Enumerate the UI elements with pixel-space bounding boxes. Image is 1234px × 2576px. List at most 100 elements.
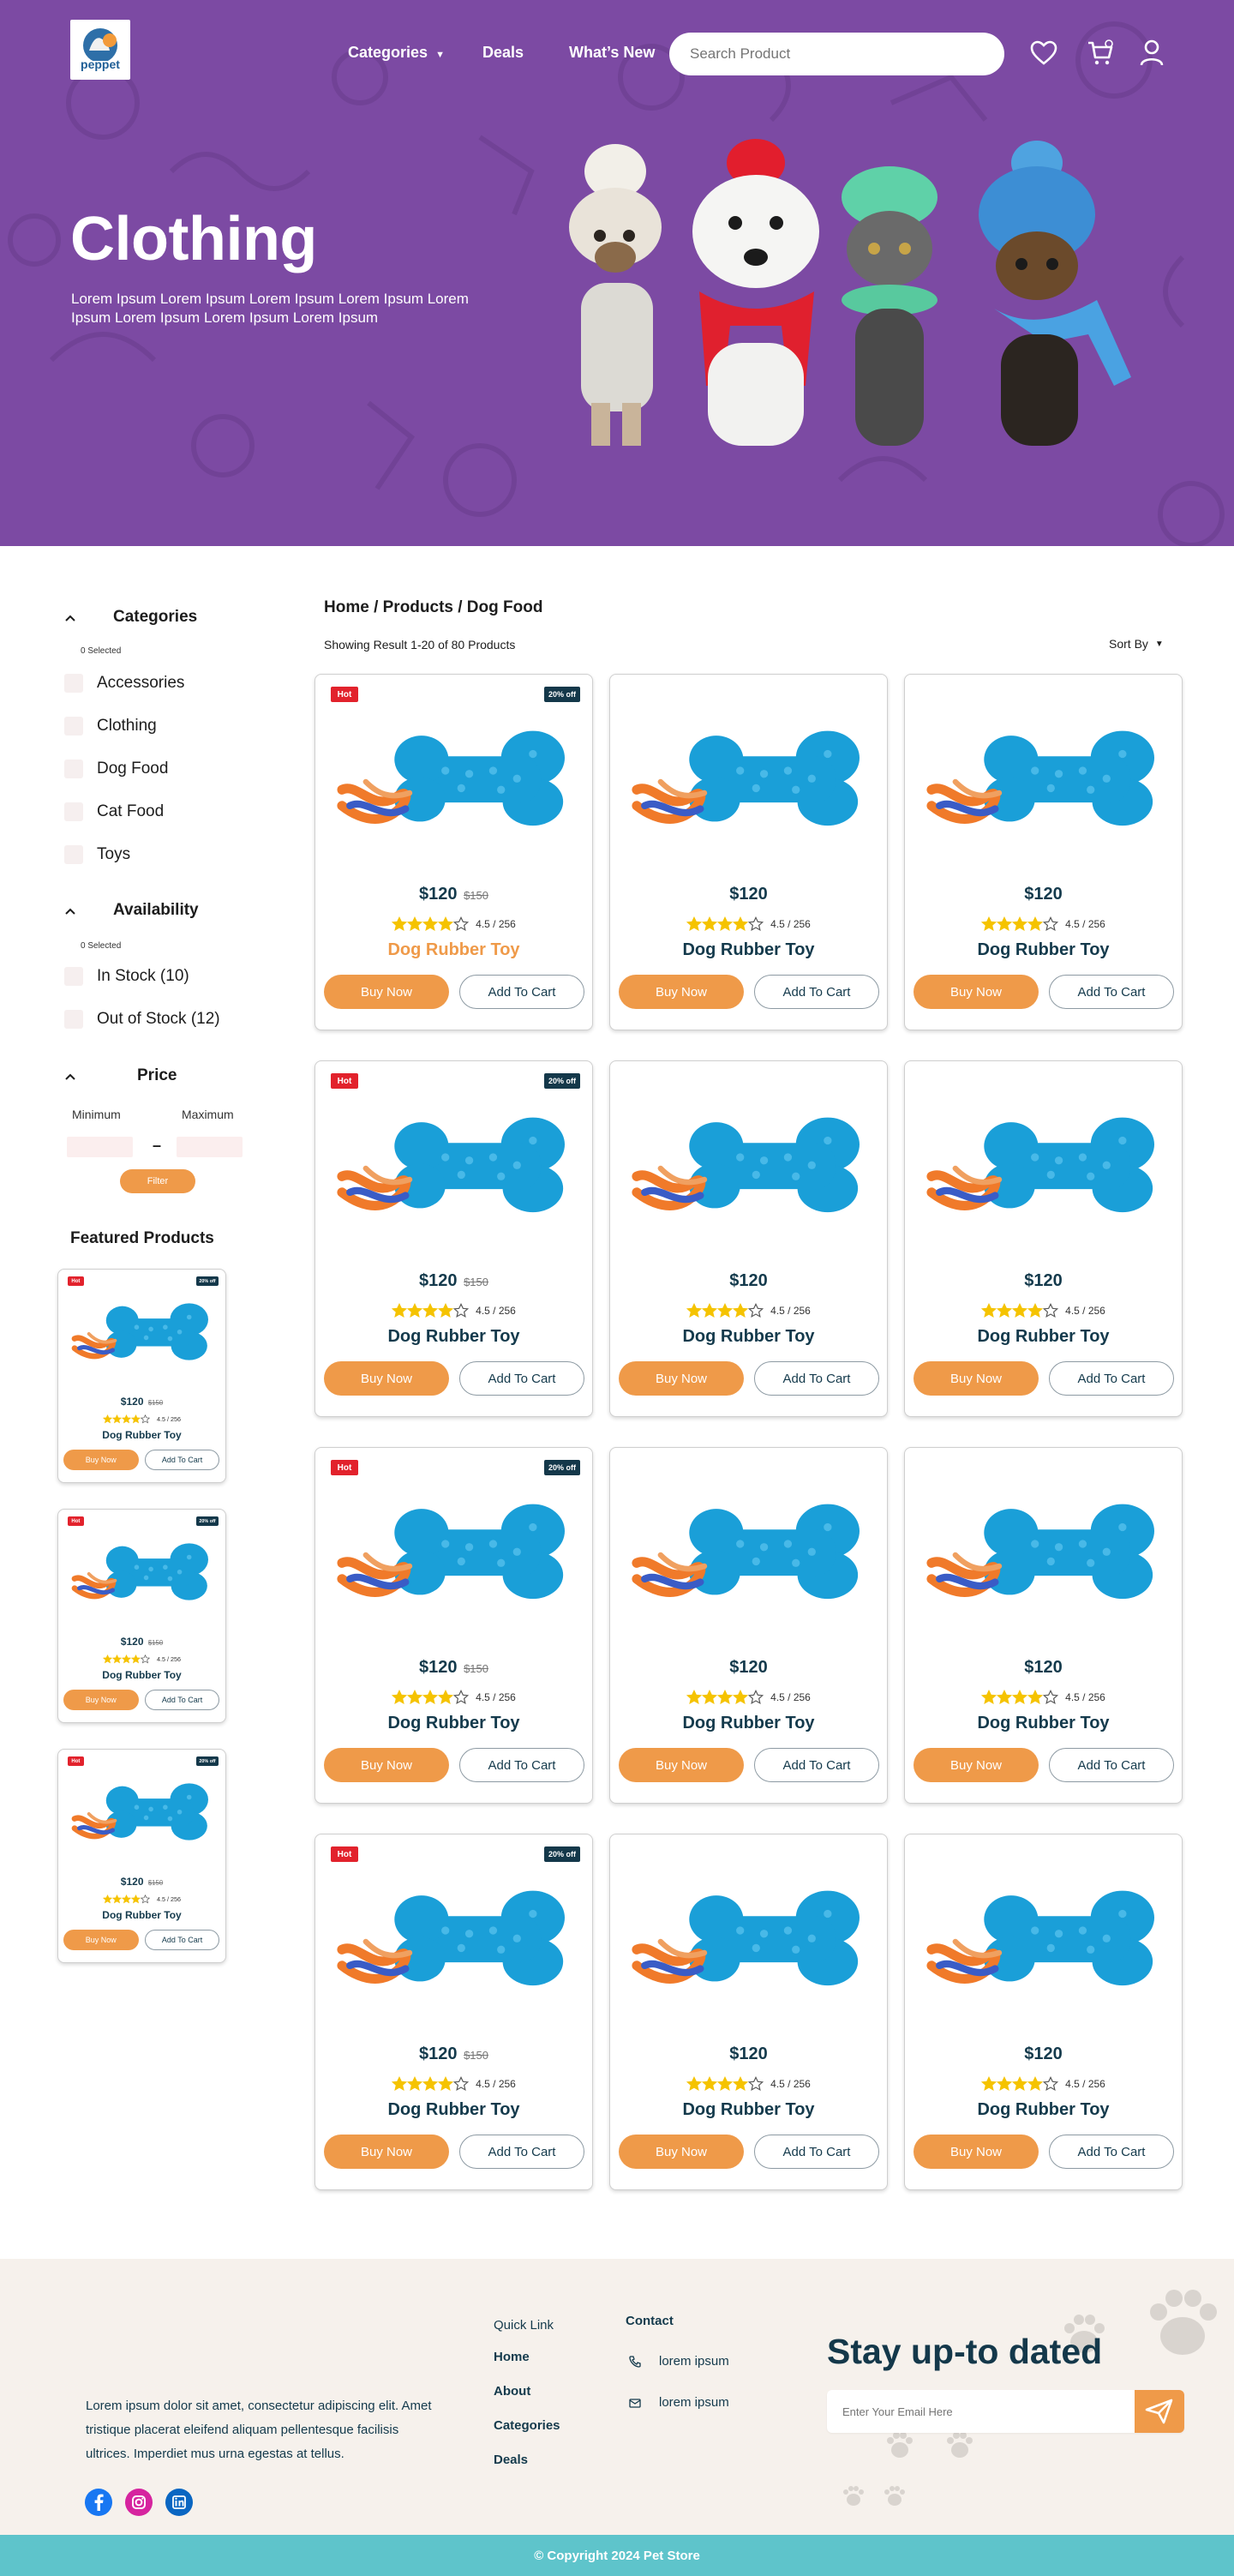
filter-category-clothing[interactable]: Clothing bbox=[64, 716, 157, 736]
buy-now-button[interactable]: Buy Now bbox=[324, 1361, 449, 1396]
add-to-cart-button[interactable]: Add To Cart bbox=[1049, 975, 1174, 1009]
add-to-cart-button[interactable]: Add To Cart bbox=[459, 1748, 584, 1782]
product-name[interactable]: Dog Rubber Toy bbox=[58, 1669, 225, 1681]
product-name[interactable]: Dog Rubber Toy bbox=[58, 1909, 225, 1921]
price-min-input[interactable] bbox=[67, 1137, 133, 1157]
chevron-up-icon[interactable] bbox=[63, 611, 77, 625]
product-card[interactable]: $120 4.5 / 256 Dog Rubber Toy Buy Now Add To… bbox=[904, 1060, 1183, 1417]
product-name[interactable]: Dog Rubber Toy bbox=[905, 940, 1182, 960]
cart-button[interactable] bbox=[1085, 38, 1116, 69]
product-card[interactable]: Hot 20% off $120 $150 4.5 / 256 Dog Rubber T… bbox=[314, 1834, 593, 2190]
footer-link-deals[interactable]: Deals bbox=[494, 2453, 528, 2467]
buy-now-button[interactable]: Buy Now bbox=[63, 1930, 139, 1950]
buy-now-button[interactable]: Buy Now bbox=[324, 1748, 449, 1782]
buy-now-button[interactable]: Buy Now bbox=[914, 1361, 1039, 1396]
product-name[interactable]: Dog Rubber Toy bbox=[58, 1429, 225, 1441]
add-to-cart-button[interactable]: Add To Cart bbox=[459, 975, 584, 1009]
footer-link-home[interactable]: Home bbox=[494, 2350, 530, 2364]
product-card[interactable]: $120 4.5 / 256 Dog Rubber Toy Buy Now Add To… bbox=[609, 674, 888, 1030]
buy-now-button[interactable]: Buy Now bbox=[324, 2135, 449, 2169]
facebook-link[interactable] bbox=[85, 2489, 112, 2516]
filter-out-of-stock[interactable]: Out of Stock (12) bbox=[64, 1009, 220, 1030]
footer-link-about[interactable]: About bbox=[494, 2384, 530, 2399]
product-card[interactable]: $120 4.5 / 256 Dog Rubber Toy Buy Now Add To… bbox=[904, 674, 1183, 1030]
product-card[interactable]: Hot 20% off $120 $150 4.5 / 256 Dog Rubber T… bbox=[314, 674, 593, 1030]
add-to-cart-button[interactable]: Add To Cart bbox=[144, 1450, 220, 1470]
product-card[interactable]: Hot 20% off $120 $150 4.5 / 256 Dog Rubber T… bbox=[314, 1447, 593, 1804]
add-to-cart-button[interactable]: Add To Cart bbox=[1049, 1748, 1174, 1782]
filter-category-toys[interactable]: Toys bbox=[64, 844, 130, 865]
buy-now-button[interactable]: Buy Now bbox=[619, 975, 744, 1009]
buy-now-button[interactable]: Buy Now bbox=[619, 2135, 744, 2169]
add-to-cart-button[interactable]: Add To Cart bbox=[1049, 2135, 1174, 2169]
search-input[interactable] bbox=[690, 45, 958, 63]
breadcrumb[interactable]: Home / Products / Dog Food bbox=[324, 598, 542, 617]
buy-now-button[interactable]: Buy Now bbox=[324, 975, 449, 1009]
add-to-cart-button[interactable]: Add To Cart bbox=[144, 1930, 220, 1950]
product-card[interactable]: $120 4.5 / 256 Dog Rubber Toy Buy Now Add To… bbox=[904, 1447, 1183, 1804]
checkbox[interactable] bbox=[64, 1010, 83, 1029]
product-card[interactable]: Hot 20% off $120 $150 4.5 / 256 Dog Rubber T… bbox=[57, 1509, 226, 1723]
sort-by-dropdown[interactable]: Sort By ▼ bbox=[1109, 637, 1164, 651]
product-card[interactable]: $120 4.5 / 256 Dog Rubber Toy Buy Now Add To… bbox=[609, 1834, 888, 2190]
product-card[interactable]: $120 4.5 / 256 Dog Rubber Toy Buy Now Add To… bbox=[609, 1447, 888, 1804]
add-to-cart-button[interactable]: Add To Cart bbox=[144, 1690, 220, 1710]
product-name[interactable]: Dog Rubber Toy bbox=[610, 2100, 887, 2120]
add-to-cart-button[interactable]: Add To Cart bbox=[754, 1748, 879, 1782]
checkbox[interactable] bbox=[64, 967, 83, 986]
filter-button[interactable]: Filter bbox=[120, 1169, 195, 1193]
contact-phone[interactable]: lorem ipsum bbox=[628, 2354, 729, 2369]
add-to-cart-button[interactable]: Add To Cart bbox=[754, 1361, 879, 1396]
checkbox[interactable] bbox=[64, 802, 83, 821]
price-max-input[interactable] bbox=[177, 1137, 243, 1157]
instagram-link[interactable] bbox=[125, 2489, 153, 2516]
chevron-up-icon[interactable] bbox=[63, 1070, 77, 1084]
account-button[interactable] bbox=[1136, 38, 1167, 69]
product-card[interactable]: Hot 20% off $120 $150 4.5 / 256 Dog Rubber T… bbox=[314, 1060, 593, 1417]
product-card[interactable]: Hot 20% off $120 $150 4.5 / 256 Dog Rubber T… bbox=[57, 1269, 226, 1483]
buy-now-button[interactable]: Buy Now bbox=[63, 1450, 139, 1470]
chevron-up-icon[interactable] bbox=[63, 904, 77, 918]
checkbox[interactable] bbox=[64, 717, 83, 736]
buy-now-button[interactable]: Buy Now bbox=[914, 1748, 1039, 1782]
buy-now-button[interactable]: Buy Now bbox=[63, 1690, 139, 1710]
product-name[interactable]: Dog Rubber Toy bbox=[905, 1714, 1182, 1733]
filter-category-accessories[interactable]: Accessories bbox=[64, 673, 184, 694]
product-name[interactable]: Dog Rubber Toy bbox=[610, 1327, 887, 1347]
nav-deals[interactable]: Deals bbox=[482, 44, 524, 62]
filter-category-cat-food[interactable]: Cat Food bbox=[64, 802, 164, 822]
product-name[interactable]: Dog Rubber Toy bbox=[905, 2100, 1182, 2120]
product-card[interactable]: Hot 20% off $120 $150 4.5 / 256 Dog Rubber T… bbox=[57, 1749, 226, 1963]
product-name[interactable]: Dog Rubber Toy bbox=[905, 1327, 1182, 1347]
newsletter-submit-button[interactable] bbox=[1135, 2390, 1184, 2433]
product-name[interactable]: Dog Rubber Toy bbox=[315, 2100, 592, 2120]
add-to-cart-button[interactable]: Add To Cart bbox=[459, 1361, 584, 1396]
checkbox[interactable] bbox=[64, 760, 83, 778]
buy-now-button[interactable]: Buy Now bbox=[619, 1361, 744, 1396]
add-to-cart-button[interactable]: Add To Cart bbox=[754, 2135, 879, 2169]
product-name[interactable]: Dog Rubber Toy bbox=[610, 1714, 887, 1733]
wishlist-button[interactable] bbox=[1028, 38, 1059, 69]
nav-whats-new[interactable]: What’s New bbox=[569, 44, 655, 62]
buy-now-button[interactable]: Buy Now bbox=[619, 1748, 744, 1782]
buy-now-button[interactable]: Buy Now bbox=[914, 975, 1039, 1009]
newsletter-email-input[interactable] bbox=[842, 2405, 1135, 2418]
product-card[interactable]: $120 4.5 / 256 Dog Rubber Toy Buy Now Add To… bbox=[904, 1834, 1183, 2190]
checkbox[interactable] bbox=[64, 845, 83, 864]
add-to-cart-button[interactable]: Add To Cart bbox=[459, 2135, 584, 2169]
product-card[interactable]: $120 4.5 / 256 Dog Rubber Toy Buy Now Add To… bbox=[609, 1060, 888, 1417]
product-name[interactable]: Dog Rubber Toy bbox=[610, 940, 887, 960]
product-name[interactable]: Dog Rubber Toy bbox=[315, 1327, 592, 1347]
footer-link-categories[interactable]: Categories bbox=[494, 2418, 560, 2433]
search-button[interactable] bbox=[958, 41, 984, 67]
nav-categories[interactable]: Categories ▼ bbox=[348, 44, 445, 62]
add-to-cart-button[interactable]: Add To Cart bbox=[754, 975, 879, 1009]
checkbox[interactable] bbox=[64, 674, 83, 693]
product-name[interactable]: Dog Rubber Toy bbox=[315, 1714, 592, 1733]
contact-email[interactable]: lorem ipsum bbox=[628, 2395, 729, 2410]
add-to-cart-button[interactable]: Add To Cart bbox=[1049, 1361, 1174, 1396]
buy-now-button[interactable]: Buy Now bbox=[914, 2135, 1039, 2169]
filter-category-dog-food[interactable]: Dog Food bbox=[64, 759, 168, 779]
product-name[interactable]: Dog Rubber Toy bbox=[315, 940, 592, 960]
filter-in-stock[interactable]: In Stock (10) bbox=[64, 966, 189, 987]
